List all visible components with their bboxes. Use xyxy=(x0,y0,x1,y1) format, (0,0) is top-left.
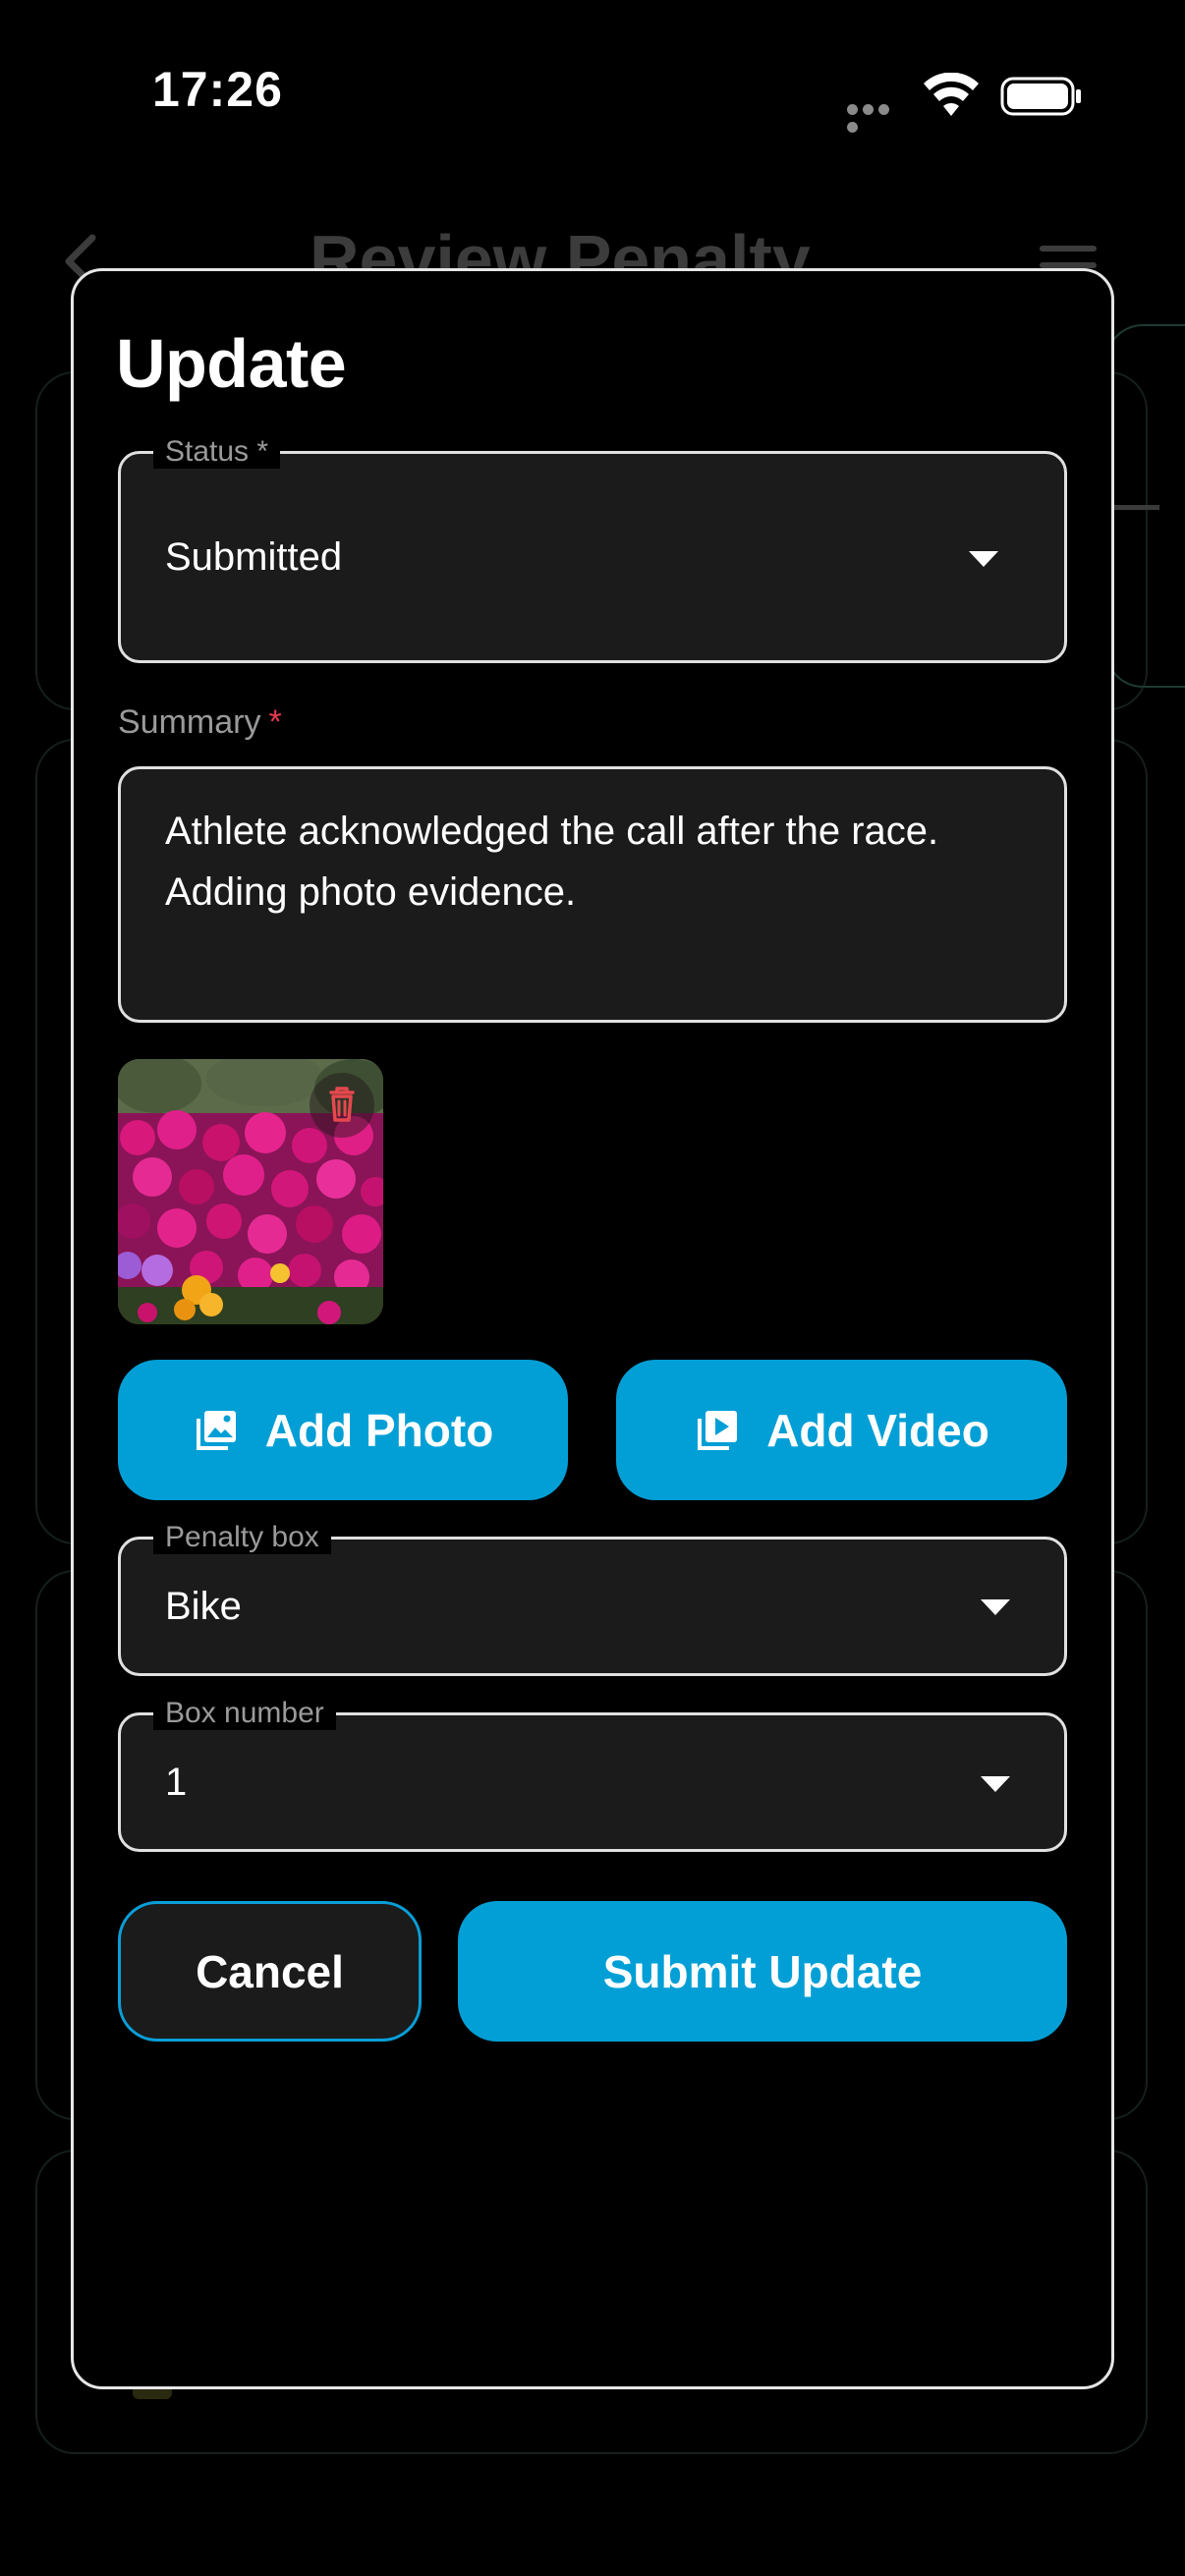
box-number-label: Box number xyxy=(153,1697,336,1730)
submit-update-button[interactable]: Submit Update xyxy=(458,1901,1067,2042)
status-value: Submitted xyxy=(165,535,343,579)
penalty-box-value: Bike xyxy=(165,1585,242,1628)
add-video-label: Add Video xyxy=(766,1404,989,1456)
dropdown-caret-icon xyxy=(981,1599,1010,1615)
box-number-select[interactable] xyxy=(118,1712,1067,1852)
penalty-box-select[interactable] xyxy=(118,1537,1067,1676)
status-label: Status * xyxy=(153,435,281,469)
box-number-value: 1 xyxy=(165,1761,188,1804)
cancel-button[interactable]: Cancel xyxy=(118,1901,422,2042)
add-video-icon xyxy=(698,1410,738,1450)
summary-text: Athlete acknowledged the call after the … xyxy=(165,810,939,914)
submit-label: Submit Update xyxy=(602,1945,923,1997)
delete-photo-button[interactable] xyxy=(310,1073,374,1138)
signal-dots-icon xyxy=(847,102,906,133)
add-photo-icon xyxy=(196,1410,236,1450)
add-photo-button[interactable]: Add Photo xyxy=(118,1360,568,1500)
background-divider xyxy=(1110,505,1159,510)
penalty-box-label: Penalty box xyxy=(153,1521,331,1554)
wifi-icon xyxy=(924,72,979,116)
add-photo-label: Add Photo xyxy=(264,1404,494,1456)
status-time: 17:26 xyxy=(152,62,283,117)
trash-icon xyxy=(329,1087,355,1122)
summary-label: Summary * xyxy=(118,703,282,741)
dropdown-caret-icon xyxy=(969,551,998,567)
battery-icon xyxy=(1000,77,1083,116)
modal-title: Update xyxy=(116,325,347,402)
cancel-label: Cancel xyxy=(196,1945,344,1997)
dropdown-caret-icon xyxy=(981,1776,1010,1792)
add-video-button[interactable]: Add Video xyxy=(616,1360,1067,1500)
